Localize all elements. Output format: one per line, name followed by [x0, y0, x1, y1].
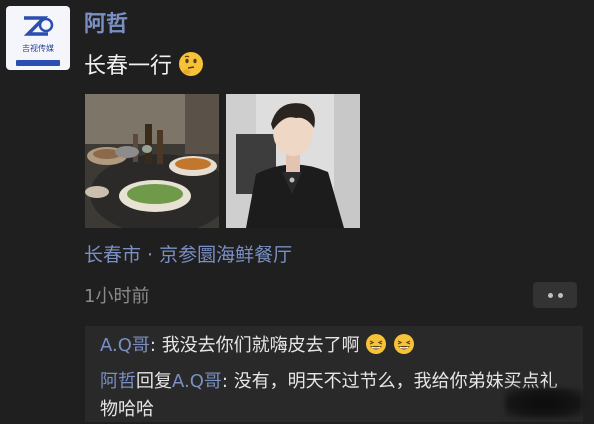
post-text: 长春一行: [84, 54, 173, 79]
avatar-logo-band: [16, 60, 60, 66]
comment-separator: :: [149, 335, 162, 356]
comment-separator: :: [221, 371, 234, 392]
food-table-image: [85, 94, 219, 228]
comment-item[interactable]: 阿哲回复A.Q哥: 没有，明天不过节么，我给你弟妹买点礼物哈哈: [100, 368, 570, 424]
comment-reply-word: 回复: [136, 371, 172, 392]
avatar[interactable]: 吉视传媒: [6, 6, 70, 70]
comment-author[interactable]: A.Q哥: [100, 335, 150, 356]
comment-text: 我没去你们就嗨皮去了啊: [161, 335, 360, 356]
thinking-face-icon: [179, 52, 204, 76]
post-username[interactable]: 阿哲: [84, 6, 128, 38]
location-link[interactable]: 长春市 · 京参圜海鲜餐厅: [84, 240, 292, 267]
more-dots-icon: [547, 292, 553, 298]
selfie-image: [226, 94, 360, 228]
comment-item[interactable]: A.Q哥: 我没去你们就嗨皮去了啊: [100, 332, 415, 360]
comment-reply-to[interactable]: A.Q哥: [172, 371, 222, 392]
more-dots-icon: [557, 292, 563, 298]
post-timestamp: 1小时前: [84, 286, 150, 307]
grinning-sweat-icon: [394, 334, 415, 354]
grinning-sweat-icon: [366, 334, 387, 354]
blurred-watermark: [505, 388, 583, 418]
post-text-row: 长春一行: [84, 48, 204, 80]
tv-station-logo-icon: [23, 16, 54, 36]
avatar-logo-text: 吉视传媒: [22, 44, 54, 53]
more-button[interactable]: [533, 282, 577, 308]
photo-selfie[interactable]: [226, 94, 360, 228]
photo-food-table[interactable]: [85, 94, 219, 228]
comment-author[interactable]: 阿哲: [100, 371, 136, 392]
